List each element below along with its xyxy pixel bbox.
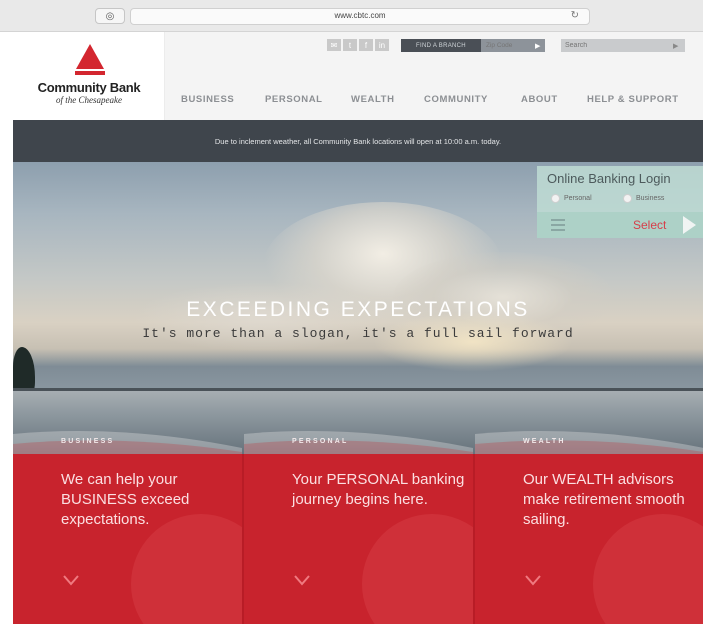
browser-chrome: ◎ www.cbtc.com ↻ — [0, 0, 703, 32]
hero-subtitle: It's more than a slogan, it's a full sai… — [142, 326, 574, 341]
panel-tab-label: BUSINESS — [61, 438, 115, 445]
linkedin-icon[interactable]: in — [375, 39, 389, 51]
panel-text: We can help your BUSINESS exceed expecta… — [61, 471, 190, 528]
page-margin — [0, 32, 13, 624]
alert-text: Due to inclement weather, all Community … — [214, 136, 502, 146]
site-header: Community Bank of the Chesapeake ✉ t f i… — [13, 32, 703, 120]
panel-body: Our WEALTH advisors make retirement smoo… — [475, 454, 703, 624]
search-input[interactable] — [561, 39, 685, 52]
radio-circle-icon — [623, 194, 632, 203]
chevron-down-icon[interactable] — [525, 572, 541, 588]
find-branch-button[interactable]: FIND A BRANCH — [401, 39, 481, 52]
radio-circle-icon — [551, 194, 560, 203]
nav-wealth[interactable]: WEALTH — [351, 94, 395, 105]
radio-personal[interactable]: Personal — [551, 194, 592, 203]
logo[interactable]: Community Bank of the Chesapeake — [13, 32, 165, 120]
chart-icon — [131, 514, 242, 624]
panel-tab-curve — [13, 431, 242, 454]
feature-panels: BUSINESS We can help your BUSINESS excee… — [13, 428, 703, 624]
panel-personal[interactable]: PERSONAL Your PERSONAL banking journey b… — [244, 428, 473, 624]
panel-tab-label: PERSONAL — [292, 438, 349, 445]
url-text: www.cbtc.com — [334, 11, 386, 20]
nav-about[interactable]: ABOUT — [521, 94, 558, 105]
radio-business-label: Business — [636, 195, 665, 202]
main-nav: BUSINESS PERSONAL WEALTH COMMUNITY ABOUT… — [165, 90, 703, 110]
panel-business[interactable]: BUSINESS We can help your BUSINESS excee… — [13, 428, 242, 624]
hero-title: EXCEEDING EXPECTATIONS — [186, 298, 530, 321]
twitter-icon[interactable]: t — [343, 39, 357, 51]
compass-icon — [593, 514, 703, 624]
online-banking-login: Online Banking Login Personal Business S… — [537, 166, 703, 238]
panel-tab-label: WEALTH — [523, 438, 566, 445]
play-arrow-icon[interactable] — [683, 216, 696, 234]
share-button[interactable]: ◎ — [95, 8, 125, 24]
nav-community[interactable]: COMMUNITY — [424, 94, 488, 105]
sail-logo-icon — [75, 44, 105, 75]
panel-wealth[interactable]: WEALTH Our WEALTH advisors make retireme… — [475, 428, 703, 624]
panel-body: Your PERSONAL banking journey begins her… — [244, 454, 473, 624]
chevron-down-icon[interactable] — [294, 572, 310, 588]
panel-body: We can help your BUSINESS exceed expecta… — [13, 454, 242, 624]
chevron-down-icon[interactable] — [63, 572, 79, 588]
search-submit-icon[interactable]: ▶ — [673, 39, 683, 52]
logo-title: Community Bank — [37, 80, 141, 95]
panel-text: Our WEALTH advisors make retirement smoo… — [523, 471, 685, 528]
radio-personal-label: Personal — [564, 195, 592, 202]
email-icon[interactable]: ✉ — [327, 39, 341, 51]
nav-business[interactable]: BUSINESS — [181, 94, 234, 105]
zip-submit-icon[interactable]: ▶ — [535, 39, 545, 52]
nav-help-support[interactable]: HELP & SUPPORT — [587, 94, 679, 105]
facebook-icon[interactable]: f — [359, 39, 373, 51]
share-icon: ◎ — [105, 10, 115, 22]
family-icon — [362, 514, 473, 624]
logo-subtitle: of the Chesapeake — [56, 95, 122, 105]
header-utility: ✉ t f in FIND A BRANCH ▶ ▶ BUSINESS PERS… — [165, 32, 703, 120]
panel-tab-curve — [475, 431, 703, 454]
login-select-button[interactable]: Select — [633, 218, 666, 232]
login-select-bar: Select — [537, 212, 703, 238]
address-bar[interactable]: www.cbtc.com ↻ — [130, 8, 590, 25]
reload-icon[interactable]: ↻ — [571, 10, 579, 21]
nav-personal[interactable]: PERSONAL — [265, 94, 323, 105]
login-title: Online Banking Login — [547, 171, 671, 186]
weather-alert-banner: Due to inclement weather, all Community … — [13, 120, 703, 162]
menu-icon[interactable] — [551, 219, 565, 231]
panel-tab-curve — [244, 431, 473, 454]
panel-text: Your PERSONAL banking journey begins her… — [292, 471, 465, 508]
radio-business[interactable]: Business — [623, 194, 664, 203]
social-links: ✉ t f in — [327, 39, 389, 51]
